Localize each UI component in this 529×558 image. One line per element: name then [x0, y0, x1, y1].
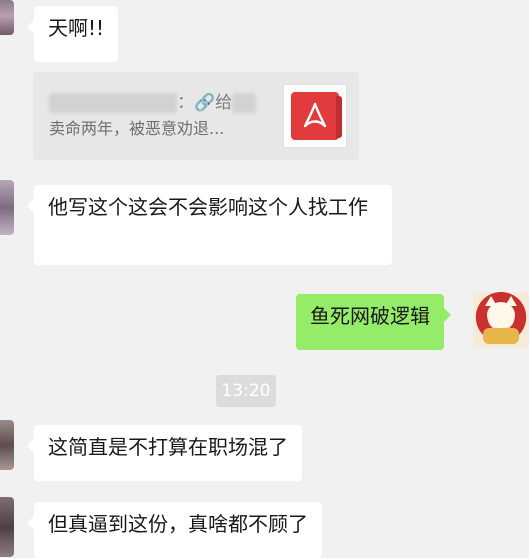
card-description: 卖命两年，被恶意劝退... — [49, 119, 225, 138]
shared-file-card[interactable]: XXXXXXXXXXX：🔗给XX 卖命两年，被恶意劝退... — [33, 72, 359, 160]
message-text: 他写这个这会不会影响这个人找工作 — [48, 195, 368, 219]
sender-avatar[interactable] — [0, 420, 14, 470]
message-text: 这简直是不打算在职场混了 — [48, 435, 288, 459]
timestamp-badge: 13:20 — [216, 375, 276, 407]
acrobat-icon — [303, 102, 327, 128]
blurred-name: XX — [232, 93, 256, 113]
my-avatar[interactable] — [473, 292, 529, 348]
message-bubble-outgoing[interactable]: 鱼死网破逻辑 — [296, 294, 451, 350]
pdf-fold — [336, 96, 342, 138]
card-title-suffix: ：🔗给 — [177, 93, 233, 113]
blurred-name: XXXXXXXXXXX — [49, 93, 178, 113]
message-text: 但真逼到这份，真啥都不顾了 — [48, 512, 308, 536]
message-text: 鱼死网破逻辑 — [310, 304, 430, 328]
message-bubble-incoming[interactable]: 天啊!! — [26, 6, 119, 62]
message-bubble-incoming[interactable]: 但真逼到这份，真啥都不顾了 — [27, 502, 322, 558]
avatar-gold — [483, 328, 519, 344]
pdf-file-icon — [283, 84, 347, 148]
pdf-badge — [291, 92, 342, 140]
sender-avatar[interactable] — [0, 180, 14, 235]
message-bubble-incoming[interactable]: 这简直是不打算在职场混了 — [27, 425, 302, 481]
message-bubble-incoming[interactable]: 他写这个这会不会影响这个人找工作 — [27, 185, 392, 265]
card-title: XXXXXXXXXXX：🔗给XX — [49, 88, 256, 113]
avatar-face — [487, 302, 515, 328]
message-text: 天啊!! — [48, 16, 105, 40]
sender-avatar[interactable] — [0, 0, 14, 35]
sender-avatar[interactable] — [0, 497, 14, 557]
